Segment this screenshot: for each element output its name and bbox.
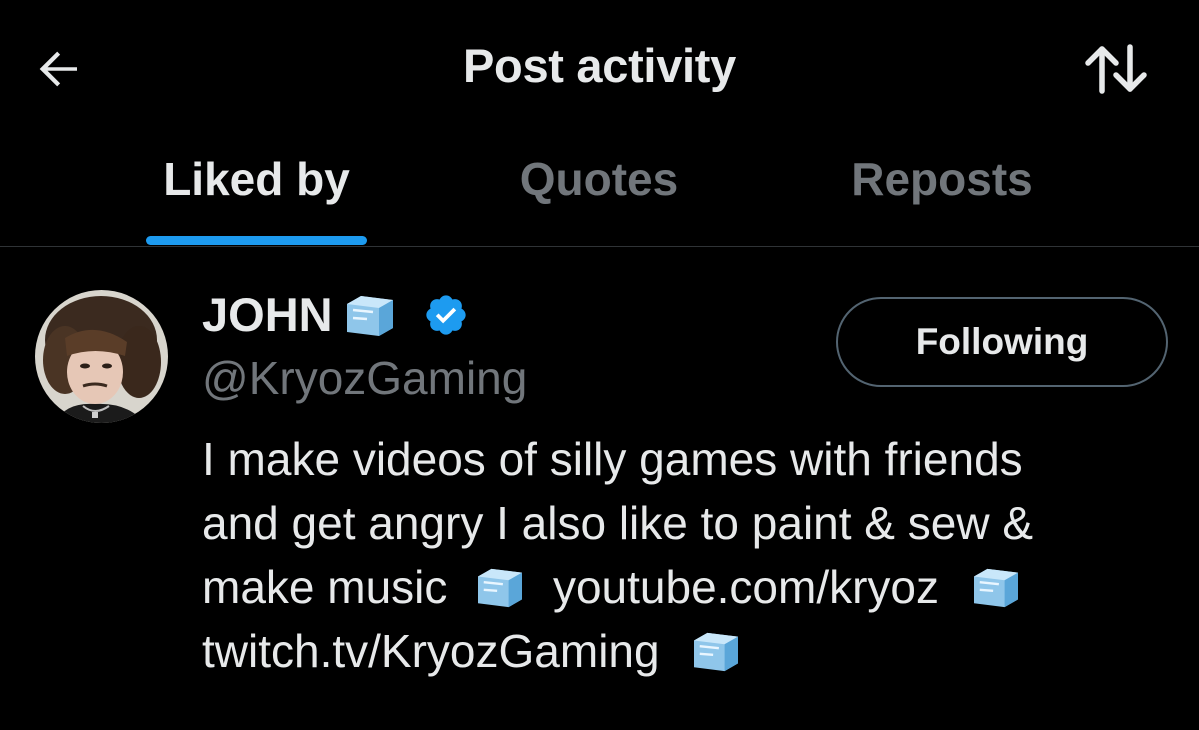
post-activity-screen: Post activity Liked by Quotes Reposts JO… [0, 0, 1199, 730]
ice-cube-icon [973, 568, 1018, 608]
active-tab-indicator [146, 236, 367, 245]
user-name-text: JOHN [202, 288, 333, 341]
bio-line: make music youtube.com/kryoz [202, 555, 1162, 619]
youtube-link[interactable]: youtube.com/kryoz [553, 561, 939, 613]
header: Post activity [0, 0, 1199, 130]
avatar[interactable] [35, 290, 168, 423]
tab-liked-by[interactable]: Liked by [146, 152, 367, 246]
user-handle[interactable]: @KryozGaming [202, 351, 527, 405]
ice-cube-icon [694, 632, 739, 672]
tab-liked-by-label: Liked by [163, 153, 350, 205]
tab-reposts-label: Reposts [851, 153, 1033, 205]
tab-bar: Liked by Quotes Reposts [0, 130, 1199, 247]
page-title: Post activity [463, 39, 736, 92]
user-list-item[interactable]: JOHN @KryozGaming Following I make video… [0, 247, 1199, 730]
tab-reposts[interactable]: Reposts [820, 152, 1064, 246]
twitch-link[interactable]: twitch.tv/KryozGaming [202, 625, 660, 677]
bio-text: make music [202, 561, 448, 613]
avatar-image [35, 290, 168, 423]
following-button[interactable]: Following [836, 297, 1168, 387]
user-name[interactable]: JOHN [202, 287, 469, 342]
tab-quotes-label: Quotes [519, 153, 679, 205]
sort-arrows-icon [1085, 44, 1147, 94]
tab-quotes[interactable]: Quotes [490, 152, 708, 246]
bio-line: twitch.tv/KryozGaming [202, 619, 1162, 683]
bio-line: I make videos of silly games with friend… [202, 433, 1023, 485]
sort-button[interactable] [1078, 36, 1154, 102]
ice-cube-icon [478, 568, 523, 608]
user-bio: I make videos of silly games with friend… [202, 427, 1162, 683]
bio-line: and get angry I also like to paint & sew… [202, 497, 1034, 549]
ice-cube-icon [346, 295, 393, 336]
verified-badge-icon [425, 294, 466, 335]
